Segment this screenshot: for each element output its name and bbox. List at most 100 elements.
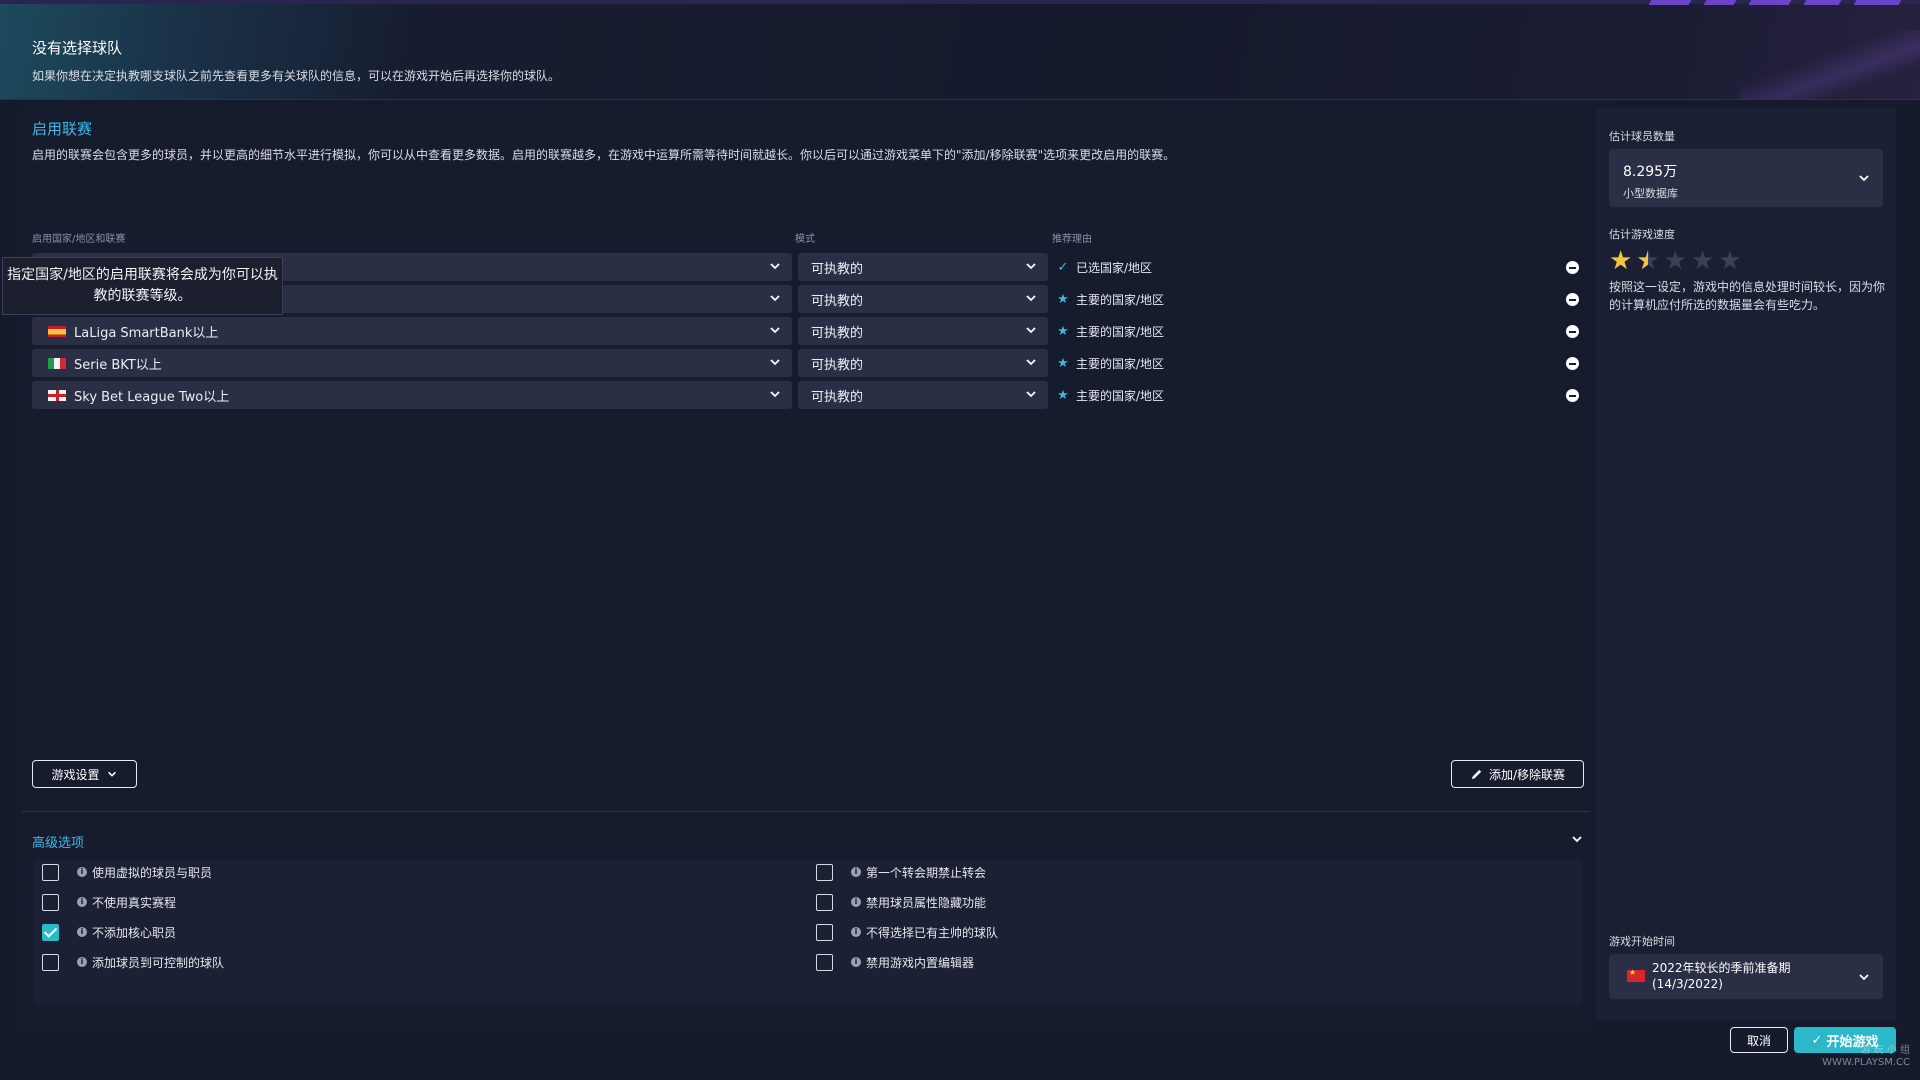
league-row: Sky Bet League Two以上 可执教的 ★ 主要的国家/地区 [32,381,1588,409]
player-count-value: 8.295万 [1623,164,1678,180]
chevron-down-icon[interactable] [1570,832,1584,846]
remove-league-icon[interactable] [1566,389,1579,402]
league-name: LaLiga SmartBank以上 [74,325,219,341]
chevron-down-icon [1026,391,1036,398]
checkbox[interactable] [42,893,59,911]
option-label: 不得选择已有主帅的球队 [866,925,999,940]
reason-text: 主要的国家/地区 [1076,356,1165,371]
spain-flag-icon [48,325,66,337]
start-time-line2: (14/3/2022) [1652,977,1723,991]
chevron-down-icon [770,263,780,270]
tooltip: 指定国家/地区的启用联赛将会成为你可以执教的联赛等级。 [2,257,283,315]
remove-league-icon[interactable] [1566,293,1579,306]
check-icon: ✓ [1057,259,1069,275]
chevron-down-icon [1026,327,1036,334]
player-count-label: 估计球员数量 [1609,130,1675,143]
italy-flag-icon [48,357,66,369]
header-stripe [1853,0,1902,5]
star-icon: ★ [1057,291,1069,307]
checkbox-checked[interactable] [42,923,59,941]
china-flag-star-icon: ★ [1629,968,1637,977]
info-icon[interactable]: i [77,897,87,907]
info-icon[interactable]: i [77,957,87,967]
advanced-options-title[interactable]: 高级选项 [32,832,84,851]
star-icon: ★ [1057,355,1069,371]
league-dropdown[interactable]: Sky Bet League Two以上 [32,381,792,409]
chevron-down-icon [1026,263,1036,270]
page-subtitle: 如果你想在决定执教哪支球队之前先查看更多有关球队的信息，可以在游戏开始后再选择你… [32,69,561,83]
checkbox[interactable] [816,863,833,881]
mode-dropdown[interactable]: 可执教的 [798,317,1048,345]
option-row[interactable]: i 不使用真实赛程 [42,888,176,916]
league-name: Serie BKT以上 [74,357,162,373]
header-banner: 没有选择球队 如果你想在决定执教哪支球队之前先查看更多有关球队的信息，可以在游戏… [0,0,1920,100]
info-icon[interactable]: i [851,897,861,907]
reason-cell: ★ 主要的国家/地区 [1056,349,1164,377]
option-row[interactable]: i 禁用球员属性隐藏功能 [816,888,986,916]
league-dropdown[interactable]: LaLiga SmartBank以上 [32,317,792,345]
checkbox[interactable] [816,953,833,971]
game-settings-button[interactable]: 游戏设置 [32,760,137,788]
mode-value: 可执教的 [811,293,864,309]
option-row[interactable]: i 使用虚拟的球员与职员 [42,858,212,886]
reason-cell: ✓ 已选国家/地区 [1056,253,1153,281]
mode-dropdown[interactable]: 可执教的 [798,349,1048,377]
start-time-line1: 2022年较长的季前准备期 [1652,961,1791,975]
info-icon[interactable]: i [851,867,861,877]
mode-value: 可执教的 [811,357,864,373]
option-label: 第一个转会期禁止转会 [866,865,987,880]
info-icon[interactable]: i [851,957,861,967]
info-icon[interactable]: i [77,927,87,937]
player-count-dropdown[interactable]: 8.295万 小型数据库 [1609,149,1883,207]
divider [22,811,1590,812]
option-row[interactable]: i 禁用游戏内置编辑器 [816,948,974,976]
game-settings-label: 游戏设置 [51,767,100,782]
option-row[interactable]: i 不得选择已有主帅的球队 [816,918,998,946]
header-stripe [1748,0,1792,5]
mode-dropdown[interactable]: 可执教的 [798,285,1048,313]
add-remove-label: 添加/移除联赛 [1488,767,1566,782]
info-icon[interactable]: i [77,867,87,877]
chevron-down-icon [770,359,780,366]
checkbox[interactable] [816,893,833,911]
star-icon: ★ [1663,246,1687,276]
checkbox[interactable] [42,863,59,881]
option-label: 不使用真实赛程 [92,895,177,910]
remove-league-icon[interactable] [1566,325,1579,338]
reason-text: 主要的国家/地区 [1076,388,1165,403]
chevron-down-icon [770,327,780,334]
info-icon[interactable]: i [851,927,861,937]
chevron-down-icon [770,295,780,302]
speed-rating: ★★★★★★ [1609,248,1742,274]
start-time-label: 游戏开始时间 [1609,935,1675,948]
option-label: 添加球员到可控制的球队 [92,955,225,970]
column-header-mode: 模式 [795,234,815,245]
reason-text: 主要的国家/地区 [1076,324,1165,339]
speed-description: 按照这一设定，游戏中的信息处理时间较长，因为你的计算机应付所选的数据量会有些吃力… [1609,280,1886,312]
star-icon: ★ [1057,323,1069,339]
mode-dropdown[interactable]: 可执教的 [798,253,1048,281]
reason-cell: ★ 主要的国家/地区 [1056,317,1164,345]
league-dropdown[interactable]: Serie BKT以上 [32,349,792,377]
database-size: 小型数据库 [1623,187,1678,200]
remove-league-icon[interactable] [1566,357,1579,370]
watermark-line2: WWW.PLAYSM.CC [1822,1057,1910,1068]
start-time-dropdown[interactable]: ★ 2022年较长的季前准备期 (14/3/2022) [1609,954,1883,999]
checkbox[interactable] [816,923,833,941]
option-row[interactable]: i 第一个转会期禁止转会 [816,858,986,886]
checkbox[interactable] [42,953,59,971]
mode-dropdown[interactable]: 可执教的 [798,381,1048,409]
option-label: 使用虚拟的球员与职员 [92,865,213,880]
column-header-reason: 推荐理由 [1052,234,1092,245]
add-remove-leagues-button[interactable]: 添加/移除联赛 [1451,760,1584,788]
option-row[interactable]: i 不添加核心职员 [42,918,176,946]
chevron-down-icon [1859,175,1869,182]
cancel-button[interactable]: 取消 [1730,1027,1788,1053]
advanced-options-panel [34,860,1582,1005]
option-row[interactable]: i 添加球员到可控制的球队 [42,948,224,976]
star-icon: ★ [1057,387,1069,403]
chevron-down-icon [107,771,116,777]
game-speed-label: 估计游戏速度 [1609,228,1675,241]
header-decoration [1740,30,1920,99]
remove-league-icon[interactable] [1566,261,1579,274]
